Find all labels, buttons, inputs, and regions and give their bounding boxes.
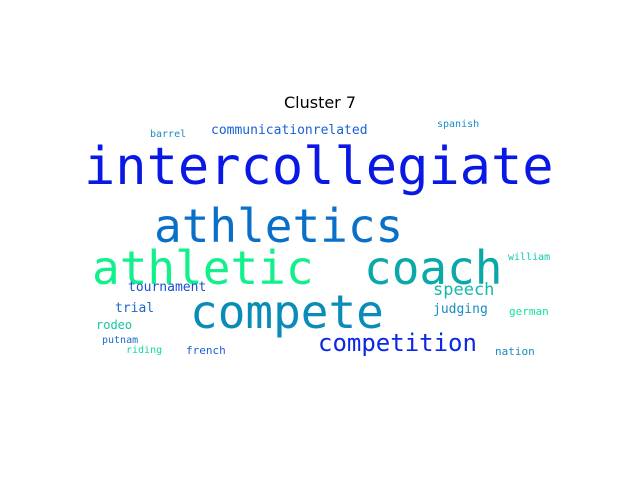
word-tournament: tournament (128, 280, 207, 295)
word-communicationrelated: communicationrelated (211, 123, 368, 138)
word-french: french (186, 344, 226, 357)
word-cloud: intercollegiate athletics athletic coach… (80, 117, 560, 365)
word-rodeo: rodeo (96, 318, 133, 332)
word-barrel: barrel (150, 129, 187, 140)
word-competition: competition (318, 329, 477, 357)
word-intercollegiate: intercollegiate (84, 137, 554, 197)
word-spanish: spanish (437, 119, 480, 130)
figure-canvas: Cluster 7 intercollegiate athletics athl… (0, 0, 640, 480)
figure-title: Cluster 7 (283, 93, 357, 112)
word-william: william (508, 252, 551, 263)
word-speech: speech (433, 280, 495, 300)
word-trial: trial (115, 301, 155, 316)
word-german: german (509, 305, 549, 318)
word-judging: judging (433, 302, 488, 317)
word-nation: nation (495, 345, 535, 358)
word-riding: riding (126, 345, 163, 356)
